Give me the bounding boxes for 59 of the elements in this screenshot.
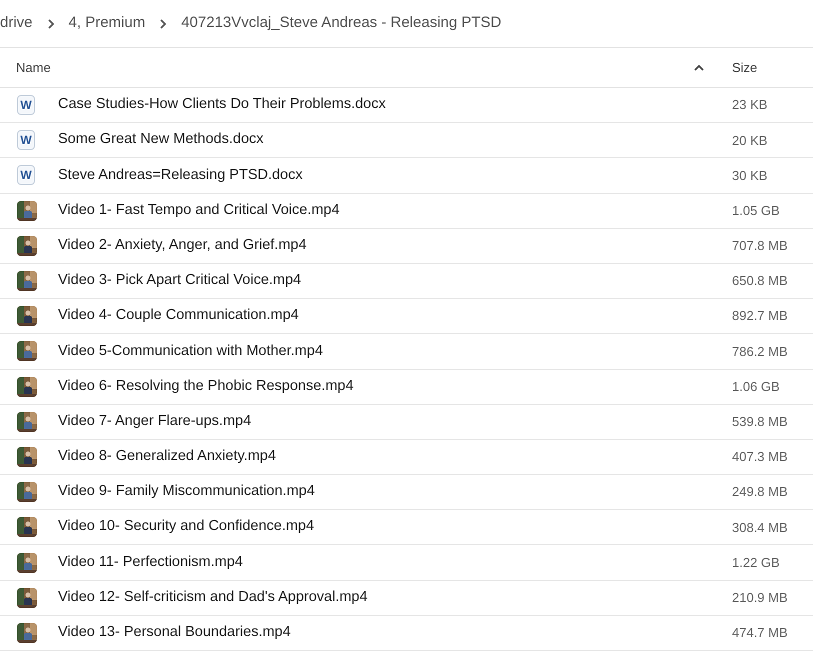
breadcrumb-link[interactable]: drive [0, 12, 33, 35]
file-row[interactable]: W Case Studies-How Clients Do Their Problems.docx 23 KB [0, 88, 813, 124]
file-name: Video 2- Anxiety, Anger, and Grief.mp4 [58, 236, 308, 255]
file-row[interactable]: Video 13- Personal Boundaries.mp4 474.7 MB [0, 616, 813, 651]
file-name: Video 1- Fast Tempo and Critical Voice.mp4 [58, 200, 341, 220]
file-size: 249.8 MB [731, 483, 789, 502]
sort-ascending-icon [694, 64, 704, 70]
file-size: 1.06 GB [731, 378, 781, 396]
file-size: 407.3 MB [731, 448, 789, 466]
file-row[interactable]: Video 6- Resolving the Phobic Response.mp4 1.06 GB [0, 370, 813, 405]
file-name: Video 9- Family Miscommunication.mp4 [58, 482, 316, 502]
file-row[interactable]: Video 5-Communication with Mother.mp4 786.2 MB [0, 334, 813, 370]
file-name: Video 13- Personal Boundaries.mp4 [58, 623, 292, 642]
breadcrumb-link[interactable]: 4, Premium [68, 12, 146, 35]
file-size: 30 KB [731, 166, 768, 185]
file-name: Case Studies-How Clients Do Their Problems.docx [58, 95, 387, 114]
chevron-right-icon [159, 18, 168, 28]
file-row[interactable]: Video 8- Generalized Anxiety.mp4 407.3 MB [0, 440, 813, 476]
file-size: 892.7 MB [731, 307, 789, 326]
file-size: 1.22 GB [731, 554, 781, 572]
file-row[interactable]: Video 1- Fast Tempo and Critical Voice.mp4 1.05 GB [0, 194, 813, 229]
column-header[interactable]: Name [0, 58, 728, 78]
file-name: Video 6- Resolving the Phobic Response.mp4 [58, 376, 355, 396]
file-row[interactable]: W Some Great New Methods.docx 20 KB [0, 123, 813, 158]
file-row[interactable]: Video 12- Self-criticism and Dad's Approval.mp4 210.9 MB [0, 580, 813, 616]
file-row[interactable]: Video 10- Security and Confidence.mp4 308.4 MB [0, 510, 813, 546]
file-name: Video 3- Pick Apart Critical Voice.mp4 [58, 271, 302, 290]
file-name: Steve Andreas=Releasing PTSD.docx [58, 166, 304, 185]
file-row[interactable]: Video 2- Anxiety, Anger, and Grief.mp4 707.8 MB [0, 228, 813, 264]
word-document-icon: W [17, 165, 35, 186]
file-size: 210.9 MB [731, 588, 789, 607]
file-size: 1.05 GB [731, 202, 781, 220]
file-name: Video 4- Couple Communication.mp4 [58, 306, 300, 326]
file-name: Video 5-Communication with Mother.mp4 [58, 342, 324, 361]
file-name: Some Great New Methods.docx [58, 130, 265, 150]
breadcrumb-link[interactable]: 407213Vvclaj_Steve Andreas - Releasing PTSD [181, 12, 502, 35]
file-row[interactable]: W Steve Andreas=Releasing PTSD.docx 30 KB [0, 158, 813, 194]
chevron-right-icon [46, 18, 55, 28]
file-size: 786.2 MB [731, 342, 789, 361]
file-name: Video 12- Self-criticism and Dad's Approval.mp4 [58, 588, 369, 607]
column-header[interactable]: Size [728, 58, 813, 78]
word-document-icon: W [17, 95, 35, 116]
file-name: Video 7- Anger Flare-ups.mp4 [58, 412, 252, 431]
file-name: Video 10- Security and Confidence.mp4 [58, 517, 316, 536]
word-document-icon: W [17, 130, 35, 150]
file-size: 707.8 MB [731, 237, 789, 256]
file-row[interactable]: Video 7- Anger Flare-ups.mp4 539.8 MB [0, 404, 813, 440]
file-row[interactable]: Video 11- Perfectionism.mp4 1.22 GB [0, 545, 813, 581]
file-name: Video 11- Perfectionism.mp4 [58, 552, 244, 572]
file-name: Video 8- Generalized Anxiety.mp4 [58, 447, 277, 466]
file-row[interactable]: Video 3- Pick Apart Critical Voice.mp4 650.8 MB [0, 264, 813, 300]
file-size: 20 KB [731, 132, 768, 150]
file-size: 23 KB [731, 96, 768, 114]
file-size: 308.4 MB [731, 518, 789, 537]
file-size: 474.7 MB [731, 624, 789, 642]
file-size: 650.8 MB [731, 272, 789, 290]
file-row[interactable]: Video 9- Family Miscommunication.mp4 249.8 MB [0, 475, 813, 510]
file-size: 539.8 MB [731, 413, 789, 432]
file-row[interactable]: Video 4- Couple Communication.mp4 892.7 MB [0, 299, 813, 334]
